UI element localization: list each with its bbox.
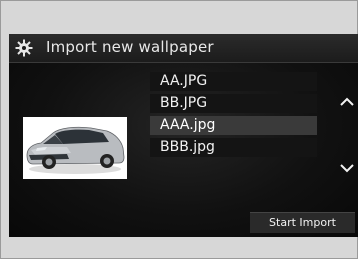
page-frame: Import new wallpaper AA.JPG BB.JPG AAA.j… (0, 0, 358, 259)
car-thumbnail-image (23, 117, 127, 179)
file-list-item[interactable]: AA.JPG (150, 72, 317, 91)
wallpaper-preview (23, 117, 127, 179)
page-title: Import new wallpaper (46, 38, 214, 56)
file-list-item[interactable]: BB.JPG (150, 94, 317, 113)
file-list-item-selected[interactable]: AAA.jpg (150, 116, 317, 135)
chevron-down-icon[interactable] (339, 162, 355, 174)
settings-gear-icon (15, 39, 33, 57)
start-import-button[interactable]: Start Import (250, 212, 355, 233)
file-list-item[interactable]: BBB.jpg (150, 138, 317, 157)
title-bar: Import new wallpaper (9, 34, 358, 63)
wallpaper-import-screen: Import new wallpaper AA.JPG BB.JPG AAA.j… (9, 34, 358, 237)
chevron-up-icon[interactable] (339, 96, 355, 108)
